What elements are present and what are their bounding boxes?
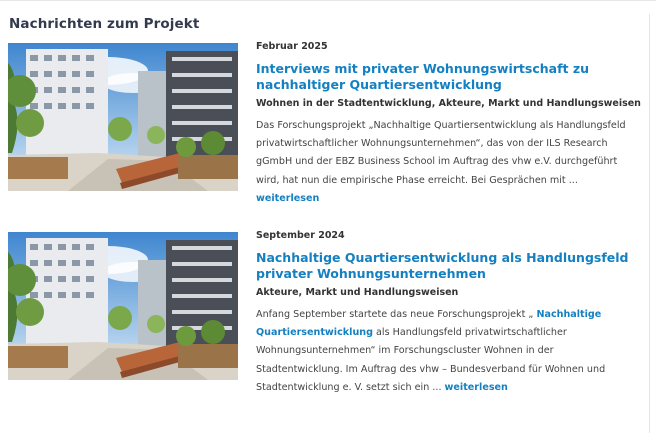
right-divider [649,14,650,433]
news-image[interactable] [8,43,238,191]
news-image[interactable] [8,232,238,380]
news-excerpt: Anfang September startete das neue Forsc… [256,306,642,397]
read-more-link[interactable]: weiterlesen [256,193,319,204]
residential-quarter-photo [8,43,238,191]
section-title: Nachrichten zum Projekt [9,16,200,32]
news-headline-link[interactable]: Interviews mit privater Wohnungswirtscha… [256,61,642,93]
news-panel: Nachrichten zum Projekt Februar 2025 Int… [0,0,656,433]
excerpt-text: Anfang September startete das neue Forsc… [256,309,537,320]
residential-quarter-photo [8,232,238,380]
news-date: Februar 2025 [256,41,328,52]
news-content: September 2024 Nachhaltige Quartiersentw… [256,229,642,397]
news-tags: Akteure, Markt und Handlungsweisen [256,287,459,298]
read-more-link[interactable]: weiterlesen [445,382,508,393]
news-date: September 2024 [256,230,345,241]
news-excerpt: Das Forschungsprojekt „Nachhaltige Quart… [256,117,642,208]
ellipsis: ... [429,381,445,393]
news-tags: Wohnen in der Stadtentwicklung, Akteure,… [256,98,641,109]
news-content: Februar 2025 Interviews mit privater Woh… [256,40,642,208]
top-divider [0,0,656,1]
news-headline-link[interactable]: Nachhaltige Quartiersentwicklung als Han… [256,250,642,282]
ellipsis: ... [565,174,578,186]
